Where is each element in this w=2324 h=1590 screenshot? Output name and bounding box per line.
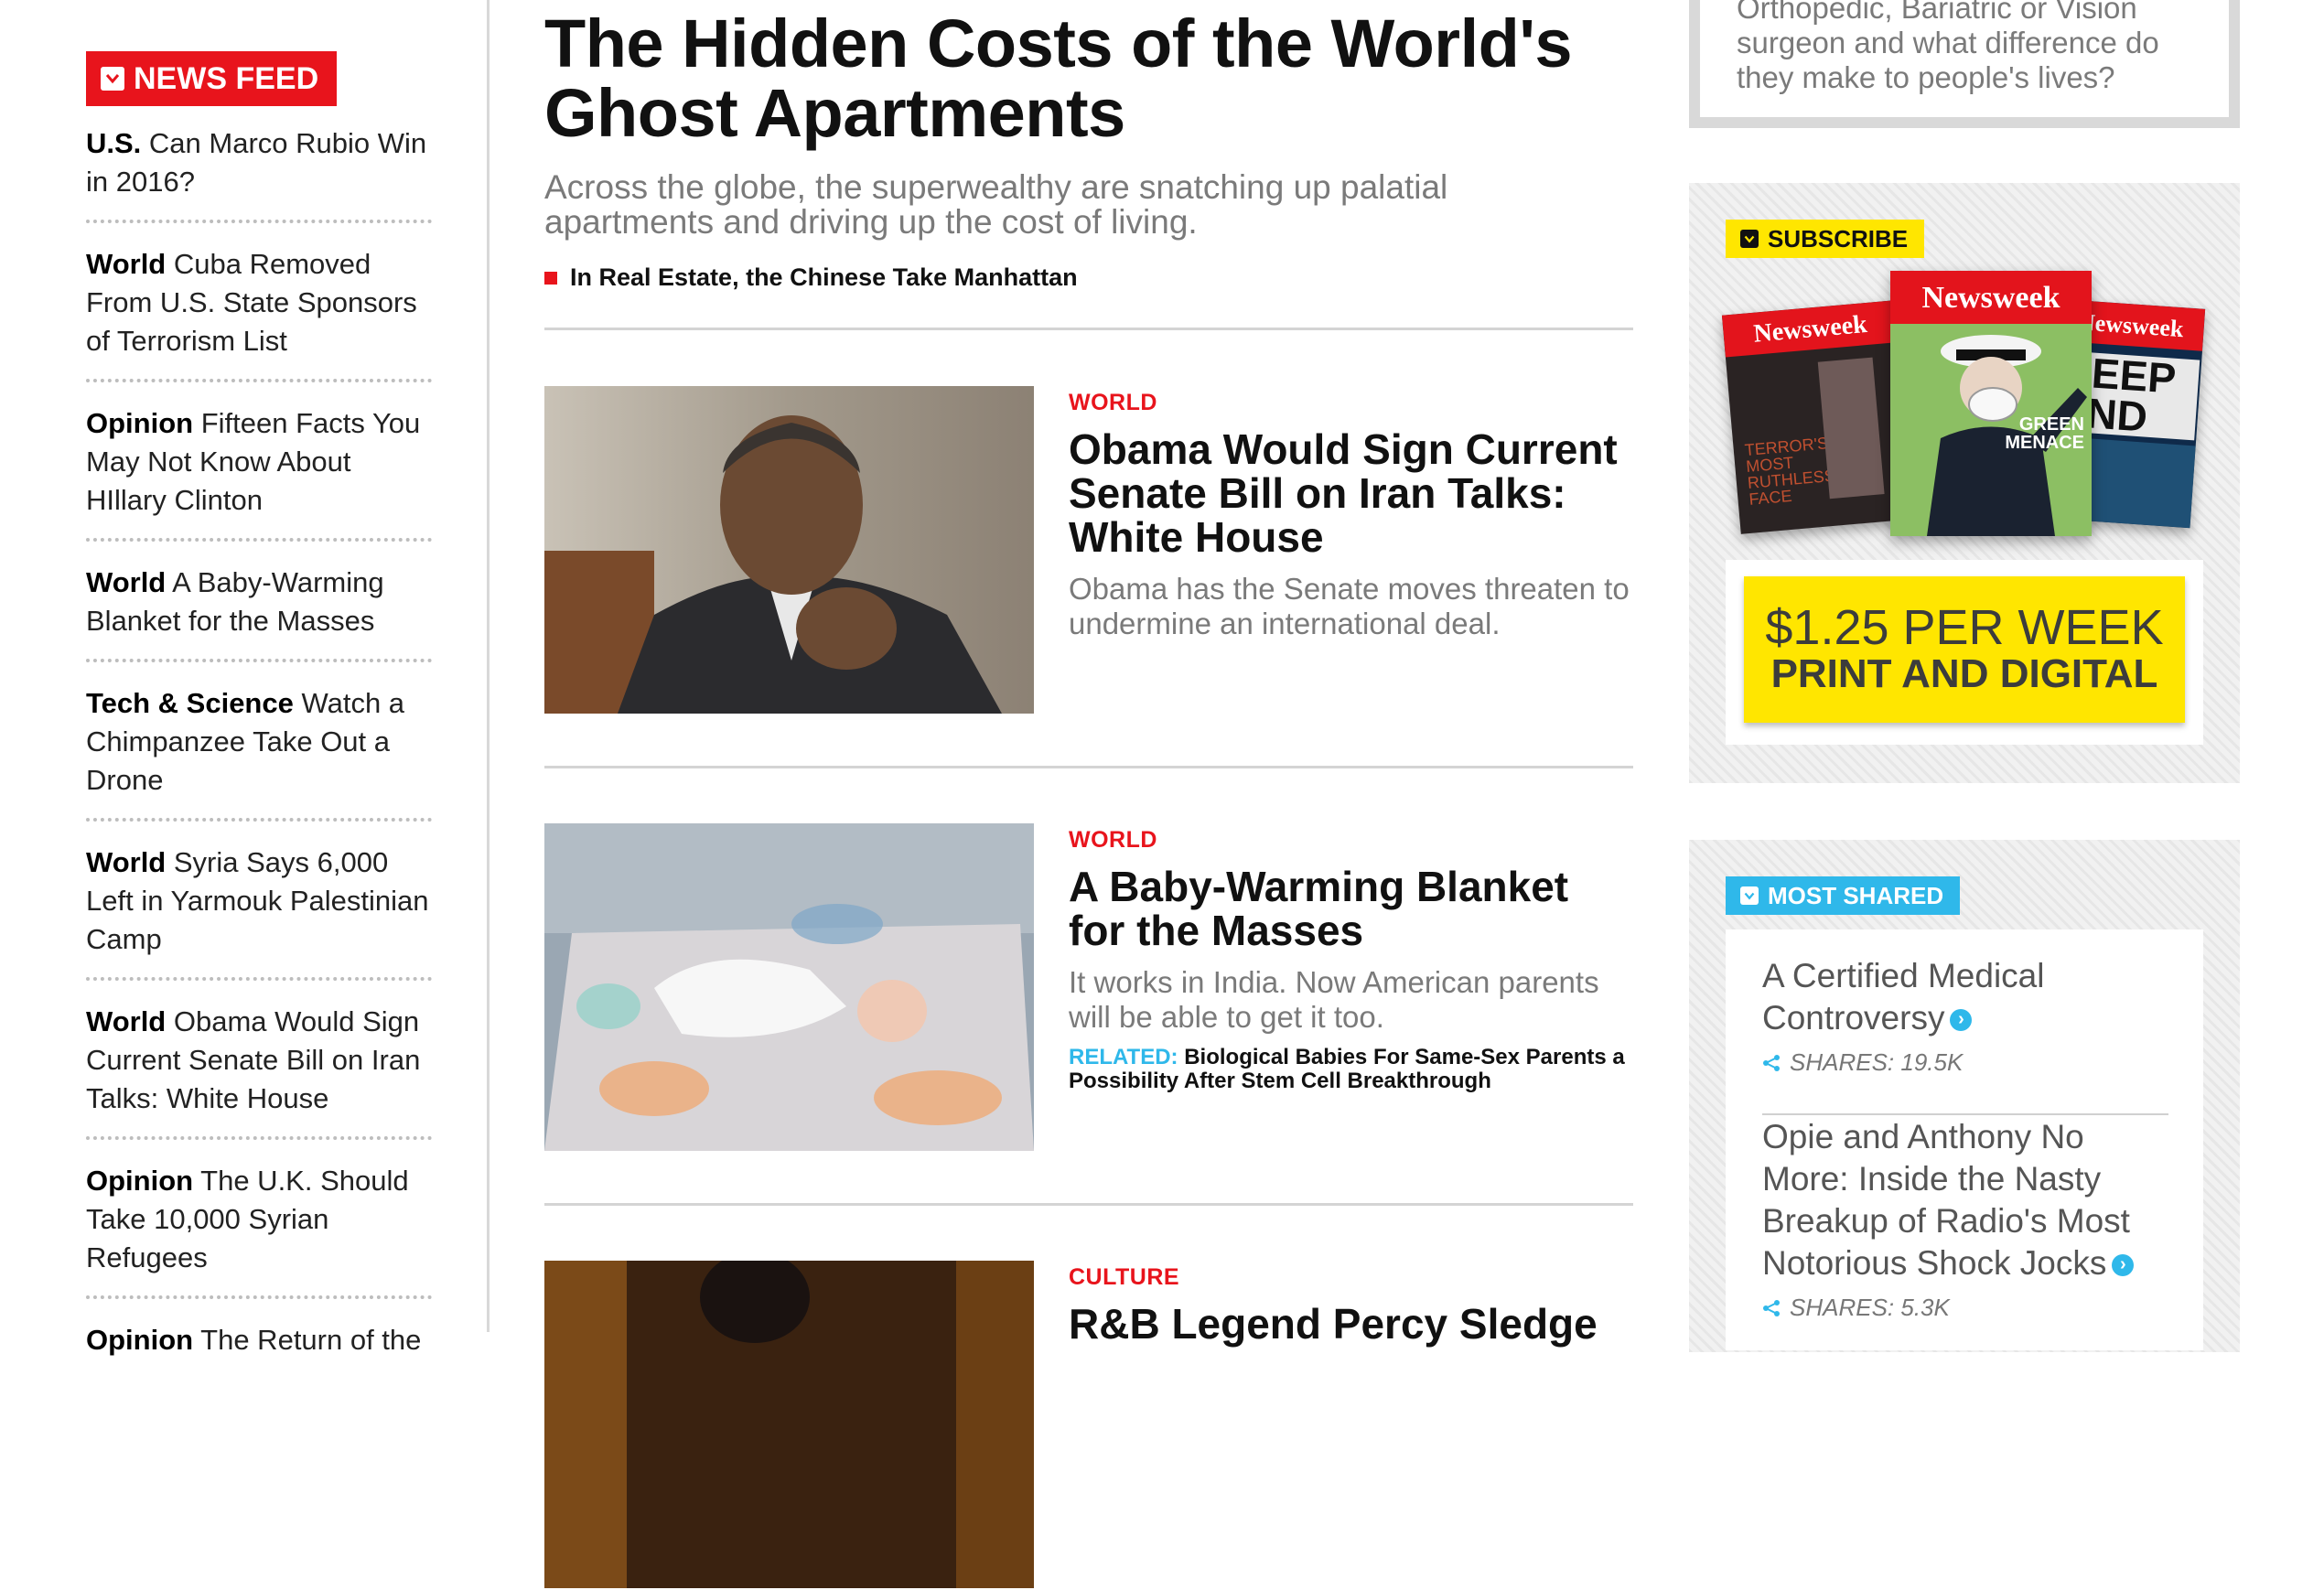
feed-item[interactable]: World Syria Says 6,000 Left in Yarmouk P… [86,843,432,981]
most-shared-widget: MOST SHARED A Certified Medical Controve… [1689,840,2240,1352]
divider [1762,1113,2168,1115]
share-count-text: SHARES: 19.5K [1790,1048,1964,1076]
hero-related-link[interactable]: In Real Estate, the Chinese Take Manhatt… [544,263,1633,292]
promo-line: they make to people's lives? [1737,60,2115,94]
price-panel: $1.25 PER WEEK PRINT AND DIGITAL [1726,560,2203,745]
most-shared-count: SHARES: 5.3K [1762,1294,2168,1322]
subscribe-widget: SUBSCRIBE Newsweek TERROR'S MOST RUTHLES… [1689,183,2240,783]
story-text: CULTURE R&B Legend Percy Sledge [1069,1261,1633,1346]
arrow-circle-icon[interactable]: › [1950,1009,1973,1032]
subscribe-badge[interactable]: SUBSCRIBE [1726,220,1925,258]
feed-item-headline[interactable]: The Return of the [200,1324,421,1356]
feed-item[interactable]: Opinion The U.K. Should Take 10,000 Syri… [86,1162,432,1299]
feed-item[interactable]: U.S. Can Marco Rubio Win in 2016? [86,124,432,223]
promo-box: Orthopedic, Bariatric or Vision surgeon … [1689,0,2240,128]
story-dek: It works in India. Now American parents … [1069,965,1599,1034]
promo-text[interactable]: Orthopedic, Bariatric or Vision surgeon … [1737,0,2194,95]
news-feed-label: NEWS FEED [134,60,319,96]
price-line-1: $1.25 PER WEEK [1765,600,2164,655]
divider [544,1203,1633,1206]
story-card: CULTURE R&B Legend Percy Sledge [544,1261,1633,1590]
most-shared-badge[interactable]: MOST SHARED [1726,876,1961,915]
cover-headline: TERROR'S MOST RUTHLESS FACE [1743,434,1836,509]
most-shared-count: SHARES: 19.5K [1762,1048,2168,1077]
story-kicker[interactable]: WORLD [1069,390,1633,416]
story-kicker[interactable]: WORLD [1069,827,1633,854]
feed-list: U.S. Can Marco Rubio Win in 2016? World … [86,124,432,1378]
subscribe-badge-icon [1740,230,1759,248]
feed-item[interactable]: World A Baby-Warming Blanket for the Mas… [86,564,432,662]
most-shared-item[interactable]: A Certified Medical Controversy › SHARES:… [1762,955,2168,1077]
share-icon [1763,1299,1780,1316]
feed-item-category[interactable]: Opinion [86,1324,193,1356]
feed-item-category[interactable]: World [86,566,166,598]
share-count-text: SHARES: 5.3K [1790,1294,1950,1321]
cover-masthead: Newsweek [1721,300,1899,358]
hero-related-text[interactable]: In Real Estate, the Chinese Take Manhatt… [570,263,1078,292]
story-title[interactable]: A Baby-Warming Blanket for the Masses [1069,865,1633,952]
story-image-percy-sledge[interactable] [544,1261,1034,1588]
divider [544,328,1633,330]
most-shared-title-text[interactable]: A Certified Medical Controversy [1762,957,2044,1037]
cover-masthead: Newsweek [1890,271,2092,324]
share-icon [1763,1054,1780,1071]
news-feed-badge[interactable]: NEWS FEED [86,51,338,106]
news-feed: NEWS FEED U.S. Can Marco Rubio Win in 20… [86,51,432,1400]
feed-item-category[interactable]: Opinion [86,407,193,439]
feed-item[interactable]: World Cuba Removed From U.S. State Spons… [86,245,432,382]
feed-item-category[interactable]: Opinion [86,1165,193,1197]
feed-item[interactable]: World Obama Would Sign Current Senate Bi… [86,1003,432,1140]
subscribe-label: SUBSCRIBE [1768,224,1909,252]
most-shared-title-text[interactable]: Opie and Anthony No More: Inside the Nas… [1762,1118,2130,1282]
magazine-cover[interactable]: Newsweek TERROR'S MOST RUTHLESS FACE [1721,300,1915,534]
story-kicker[interactable]: CULTURE [1069,1264,1633,1291]
magazine-cover[interactable]: Newsweek GREEN MENACE [1890,271,2092,536]
magazine-covers[interactable]: Newsweek TERROR'S MOST RUTHLESS FACE New… [1721,271,2207,545]
bullet-square-icon [544,271,557,285]
story-title[interactable]: Obama Would Sign Current Senate Bill on … [1069,427,1633,559]
story-text: WORLD Obama Would Sign Current Senate Bi… [1069,386,1633,641]
story-dek: Obama has the Senate moves threaten to u… [1069,572,1630,640]
price-line-2: PRINT AND DIGITAL [1770,651,2158,696]
promo-line: Orthopedic, Bariatric or Vision [1737,0,2137,25]
feed-item-category[interactable]: World [86,1005,166,1037]
feed-item-category[interactable]: World [86,846,166,878]
feed-item-category[interactable]: World [86,248,166,280]
feed-divider [487,0,490,1332]
subscribe-price-button[interactable]: $1.25 PER WEEK PRINT AND DIGITAL [1744,576,2185,723]
story-image-obama[interactable] [544,386,1034,714]
main-column: The Hidden Costs of the World's Ghost Ap… [544,9,1633,292]
story-related-link[interactable]: RELATED: Biological Babies For Same-Sex … [1069,1046,1633,1093]
most-shared-item[interactable]: Opie and Anthony No More: Inside the Nas… [1762,1116,2168,1322]
hero-title[interactable]: The Hidden Costs of the World's Ghost Ap… [544,9,1633,148]
promo-line: surgeon and what difference do [1737,26,2159,59]
feed-item-category[interactable]: U.S. [86,127,141,159]
feed-item[interactable]: Opinion Fifteen Facts You May Not Know A… [86,404,432,542]
hero-dek: Across the globe, the superwealthy are s… [544,168,1448,241]
feed-item[interactable]: Tech & Science Watch a Chimpanzee Take O… [86,684,432,822]
most-shared-title[interactable]: Opie and Anthony No More: Inside the Nas… [1762,1116,2168,1284]
most-shared-list: A Certified Medical Controversy › SHARES:… [1726,929,2203,1350]
arrow-circle-icon[interactable]: › [2112,1254,2135,1277]
divider [544,766,1633,768]
most-shared-label: MOST SHARED [1768,881,1944,909]
feed-item[interactable]: Opinion The Return of the [86,1321,432,1378]
feed-item-category[interactable]: Tech & Science [86,687,294,719]
story-card: WORLD Obama Would Sign Current Senate Bi… [544,386,1633,715]
story-card: WORLD A Baby-Warming Blanket for the Mas… [544,823,1633,1153]
story-image-baby-blanket[interactable] [544,823,1034,1151]
cover-headline: GREEN MENACE [2005,414,2084,453]
most-shared-title[interactable]: A Certified Medical Controversy › [1762,955,2168,1039]
related-label: RELATED: [1069,1045,1178,1069]
most-shared-badge-icon [1740,886,1759,905]
story-text: WORLD A Baby-Warming Blanket for the Mas… [1069,823,1633,1093]
story-title[interactable]: R&B Legend Percy Sledge [1069,1302,1633,1346]
newsfeed-badge-icon [101,67,124,91]
